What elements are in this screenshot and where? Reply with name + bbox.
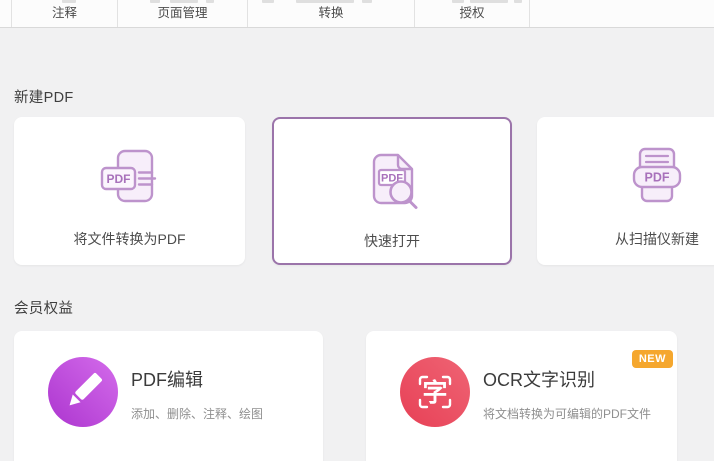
cropped-ribbon-icon bbox=[514, 0, 522, 3]
toolbar-group-authorize-label: 授权 bbox=[459, 6, 485, 20]
toolbar-group-convert[interactable]: 转换 bbox=[248, 0, 415, 27]
toolbar-group-annotate-label: 注释 bbox=[51, 6, 77, 20]
toolbar-group-annotate[interactable]: 注释 bbox=[11, 0, 118, 27]
app-home-screen: 注释 页面管理 转换 授权 新建PDF PDF 将文件转换为PDF PDF 快速… bbox=[0, 0, 714, 461]
cropped-ribbon-icon bbox=[452, 0, 464, 3]
section-title-member-benefits: 会员权益 bbox=[14, 301, 74, 317]
cropped-ribbon-icon bbox=[170, 0, 198, 3]
cropped-ribbon-icon bbox=[206, 0, 214, 3]
convert-to-pdf-icon: PDF bbox=[94, 143, 166, 215]
card-label: 将文件转换为PDF bbox=[73, 231, 186, 247]
toolbar-group-convert-label: 转换 bbox=[318, 6, 344, 20]
cropped-ribbon-icon bbox=[262, 0, 274, 3]
cropped-ribbon-icon bbox=[150, 0, 160, 3]
quick-open-pdf-icon: PDF bbox=[356, 145, 428, 217]
cropped-ribbon-icon bbox=[296, 0, 354, 3]
new-badge: NEW bbox=[631, 350, 673, 368]
feature-title: PDF编辑 bbox=[131, 370, 203, 390]
toolbar-group-authorize[interactable]: 授权 bbox=[415, 0, 530, 27]
feature-subtitle: 添加、删除、注释、绘图 bbox=[131, 407, 264, 421]
card-label: 快速打开 bbox=[364, 233, 420, 249]
cropped-ribbon-icon bbox=[470, 0, 508, 3]
cropped-ribbon-icon bbox=[362, 0, 372, 3]
svg-text:字: 字 bbox=[422, 378, 447, 407]
ocr-text-icon: 字 bbox=[400, 357, 470, 427]
scanner-pdf-icon: PDF bbox=[621, 143, 693, 215]
card-pdf-edit[interactable]: PDF编辑 添加、删除、注释、绘图 bbox=[14, 331, 323, 461]
section-title-new-pdf: 新建PDF bbox=[14, 90, 74, 106]
svg-text:PDF: PDF bbox=[645, 171, 670, 185]
card-label: 从扫描仪新建 bbox=[615, 231, 699, 247]
card-ocr-recognition[interactable]: NEW 字 OCR文字识别 将文档转换为可编辑的PDF文件 bbox=[366, 331, 677, 461]
card-quick-open[interactable]: PDF 快速打开 bbox=[272, 117, 512, 265]
feature-subtitle: 将文档转换为可编辑的PDF文件 bbox=[483, 407, 652, 421]
pdf-edit-pencil-icon bbox=[48, 357, 118, 427]
svg-text:PDF: PDF bbox=[106, 172, 130, 186]
feature-title: OCR文字识别 bbox=[483, 370, 595, 390]
cropped-ribbon-icon bbox=[62, 0, 76, 3]
toolbar-group-page-management[interactable]: 页面管理 bbox=[118, 0, 248, 27]
card-convert-file-to-pdf[interactable]: PDF 将文件转换为PDF bbox=[14, 117, 245, 265]
toolbar-group-page-management-label: 页面管理 bbox=[157, 6, 208, 20]
card-new-from-scanner[interactable]: PDF 从扫描仪新建 bbox=[537, 117, 714, 265]
ribbon-toolbar: 注释 页面管理 转换 授权 bbox=[0, 0, 714, 28]
